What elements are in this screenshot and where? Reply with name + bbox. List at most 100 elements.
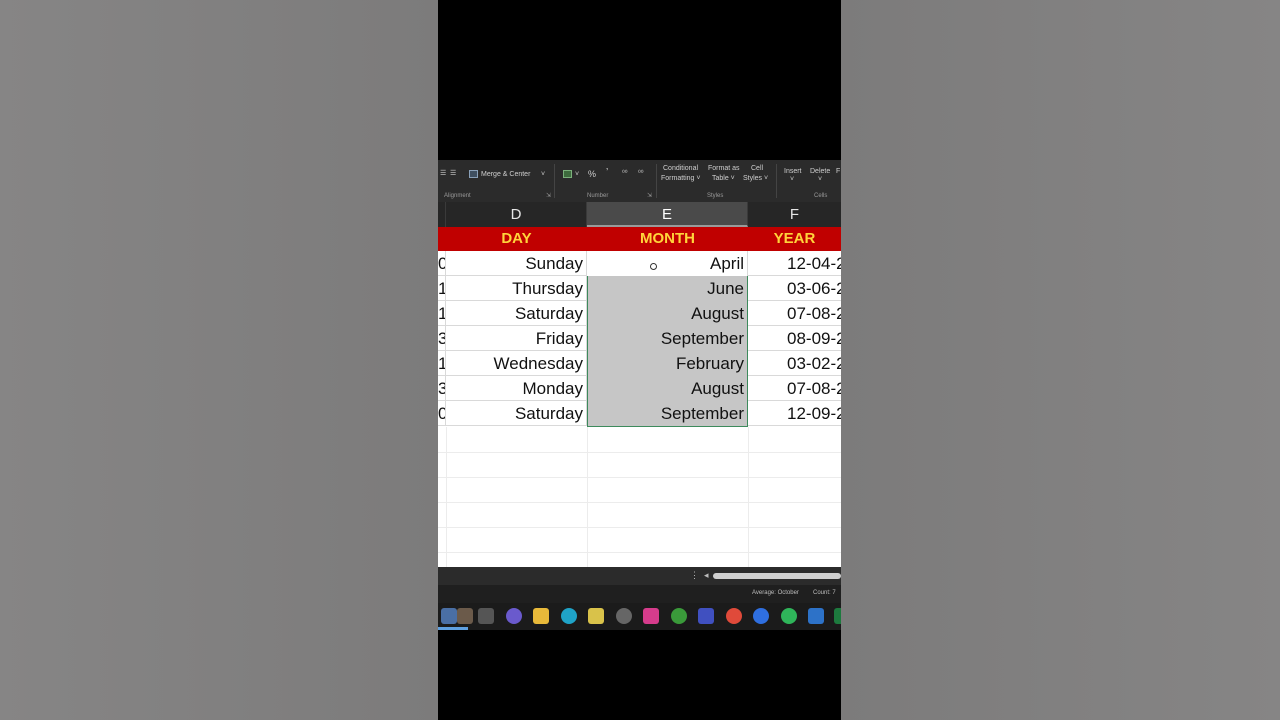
instagram-icon[interactable] bbox=[643, 608, 659, 624]
gridline bbox=[438, 452, 841, 453]
month-cell[interactable]: April bbox=[587, 251, 748, 276]
scrollbar-thumb[interactable] bbox=[713, 573, 841, 579]
decrease-decimal-icon[interactable]: ⁰⁰ bbox=[638, 170, 644, 178]
gridline bbox=[438, 527, 841, 528]
year-cell[interactable]: 12-04-2 bbox=[748, 251, 841, 276]
table-row: 1 Saturday August 07-08-2 bbox=[438, 301, 841, 326]
merge-center-icon bbox=[469, 170, 478, 178]
percent-style-button[interactable]: % bbox=[588, 170, 596, 179]
comma-style-button[interactable]: ’ bbox=[606, 168, 608, 178]
partial-cell[interactable]: 0 bbox=[438, 401, 446, 426]
partial-cell[interactable]: 3 bbox=[438, 376, 446, 401]
status-bar: Average: October Count: 7 bbox=[438, 585, 841, 603]
alignment-group-label: Alignment bbox=[444, 193, 471, 199]
table-row: 0 Sunday April 12-04-2 bbox=[438, 251, 841, 276]
year-cell[interactable]: 07-08-2 bbox=[748, 301, 841, 326]
delete-cells-button[interactable]: Delete bbox=[810, 168, 830, 176]
number-launcher-icon[interactable]: ⇲ bbox=[647, 192, 652, 200]
conditional-formatting-button-line2[interactable]: Formatting ˅ bbox=[661, 175, 701, 183]
table-row: 0 Saturday September 12-09-2 bbox=[438, 401, 841, 426]
day-cell[interactable]: Thursday bbox=[446, 276, 587, 301]
search-icon[interactable] bbox=[457, 608, 473, 624]
xbox-icon[interactable] bbox=[671, 608, 687, 624]
column-header-partial[interactable] bbox=[438, 202, 446, 227]
month-cell[interactable]: August bbox=[587, 376, 748, 401]
excel-icon[interactable] bbox=[834, 608, 841, 624]
whatsapp-icon[interactable] bbox=[781, 608, 797, 624]
year-cell[interactable]: 12-09-2 bbox=[748, 401, 841, 426]
format-cells-button[interactable]: F bbox=[836, 168, 840, 176]
cells-group-label: Cells bbox=[814, 193, 828, 199]
year-cell[interactable]: 08-09-2 bbox=[748, 326, 841, 351]
month-cell[interactable]: August bbox=[587, 301, 748, 326]
cell-styles-button-line2[interactable]: Styles ˅ bbox=[743, 175, 768, 183]
column-header-bar: D E F bbox=[438, 202, 841, 227]
month-cell[interactable]: September bbox=[587, 326, 748, 351]
year-header-cell[interactable]: YEAR bbox=[748, 227, 841, 251]
day-cell[interactable]: Saturday bbox=[446, 401, 587, 426]
month-cell[interactable]: February bbox=[587, 351, 748, 376]
chat-icon[interactable] bbox=[506, 608, 522, 624]
month-header-cell[interactable]: MONTH bbox=[587, 227, 748, 251]
format-as-table-button-line2[interactable]: Table ˅ bbox=[712, 175, 735, 183]
indent-icon[interactable]: ☰ bbox=[450, 170, 456, 178]
chrome-icon[interactable] bbox=[726, 608, 742, 624]
cell-styles-button[interactable]: Cell bbox=[751, 165, 763, 173]
right-backdrop bbox=[841, 0, 1280, 720]
day-cell[interactable]: Saturday bbox=[446, 301, 587, 326]
gridline bbox=[446, 427, 447, 567]
increase-decimal-icon[interactable]: ⁰⁰ bbox=[622, 170, 628, 178]
active-app-indicator bbox=[438, 627, 468, 630]
partial-cell[interactable]: 1 bbox=[438, 301, 446, 326]
partial-cell[interactable]: 3 bbox=[438, 326, 446, 351]
status-count: Count: 7 bbox=[813, 590, 836, 596]
conditional-formatting-button[interactable]: Conditional bbox=[663, 165, 698, 173]
widgets-icon[interactable] bbox=[441, 608, 457, 624]
gridline bbox=[438, 477, 841, 478]
sheet-tab-splitter-icon[interactable]: ⋮ bbox=[690, 570, 699, 581]
partial-cell[interactable]: 1 bbox=[438, 276, 446, 301]
scroll-left-icon[interactable]: ◂ bbox=[704, 570, 709, 581]
ribbon-divider bbox=[656, 164, 657, 198]
align-icon[interactable]: ☰ bbox=[440, 170, 446, 178]
worksheet-grid[interactable]: DAY MONTH YEAR 0 Sunday April 12-04-2 1 … bbox=[438, 227, 841, 567]
insert-dropdown-icon[interactable]: ˅ bbox=[790, 176, 794, 184]
app-icon[interactable] bbox=[698, 608, 714, 624]
outlook-icon[interactable] bbox=[808, 608, 824, 624]
day-header-cell[interactable]: DAY bbox=[446, 227, 587, 251]
folder-icon[interactable] bbox=[533, 608, 549, 624]
year-cell[interactable]: 03-02-2 bbox=[748, 351, 841, 376]
left-backdrop bbox=[0, 0, 438, 720]
styles-group-label: Styles bbox=[707, 193, 724, 199]
table-row: 1 Wednesday February 03-02-2 bbox=[438, 351, 841, 376]
insert-cells-button[interactable]: Insert bbox=[784, 168, 802, 176]
day-cell[interactable]: Friday bbox=[446, 326, 587, 351]
alignment-launcher-icon[interactable]: ⇲ bbox=[546, 192, 551, 200]
day-cell[interactable]: Monday bbox=[446, 376, 587, 401]
merge-dropdown-icon[interactable]: ˅ bbox=[541, 171, 545, 179]
column-header-d[interactable]: D bbox=[446, 202, 587, 227]
month-cell[interactable]: June bbox=[587, 276, 748, 301]
edge-icon[interactable] bbox=[561, 608, 577, 624]
facebook-icon[interactable] bbox=[753, 608, 769, 624]
settings-icon[interactable] bbox=[616, 608, 632, 624]
year-cell[interactable]: 07-08-2 bbox=[748, 376, 841, 401]
day-cell[interactable]: Sunday bbox=[446, 251, 587, 276]
partial-cell[interactable]: 0 bbox=[438, 251, 446, 276]
gridline bbox=[748, 427, 749, 567]
gridline bbox=[438, 502, 841, 503]
column-header-f[interactable]: F bbox=[748, 202, 841, 227]
horizontal-scrollbar[interactable]: ⋮ ◂ bbox=[438, 567, 841, 585]
mail-icon[interactable] bbox=[588, 608, 604, 624]
delete-dropdown-icon[interactable]: ˅ bbox=[818, 176, 822, 184]
accounting-dropdown-icon[interactable]: ˅ bbox=[575, 171, 579, 179]
column-header-e[interactable]: E bbox=[587, 202, 748, 227]
format-as-table-button[interactable]: Format as bbox=[708, 165, 740, 173]
year-cell[interactable]: 03-06-2 bbox=[748, 276, 841, 301]
month-cell[interactable]: September bbox=[587, 401, 748, 426]
merge-center-button[interactable]: Merge & Center bbox=[481, 171, 530, 179]
store-icon[interactable] bbox=[478, 608, 494, 624]
day-cell[interactable]: Wednesday bbox=[446, 351, 587, 376]
accounting-format-icon[interactable] bbox=[563, 170, 572, 178]
partial-cell[interactable]: 1 bbox=[438, 351, 446, 376]
